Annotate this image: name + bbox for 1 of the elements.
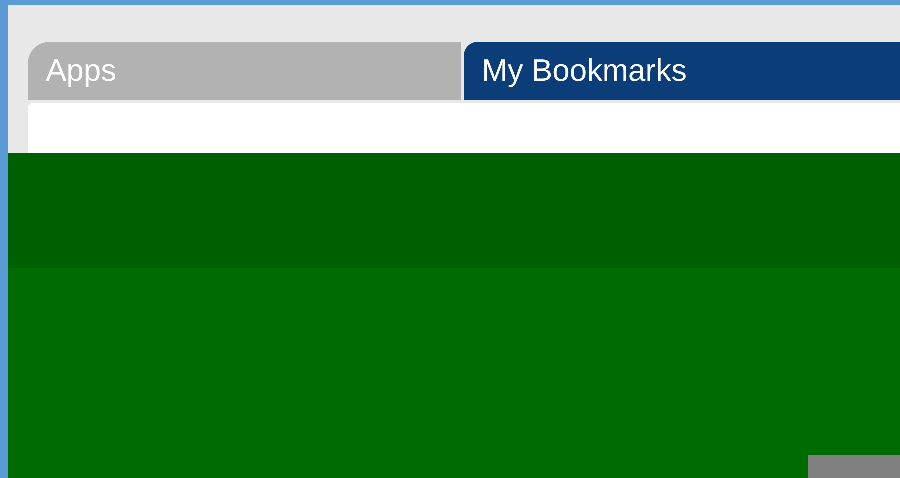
tab[interactable]: My Bookmarks xyxy=(464,42,900,100)
